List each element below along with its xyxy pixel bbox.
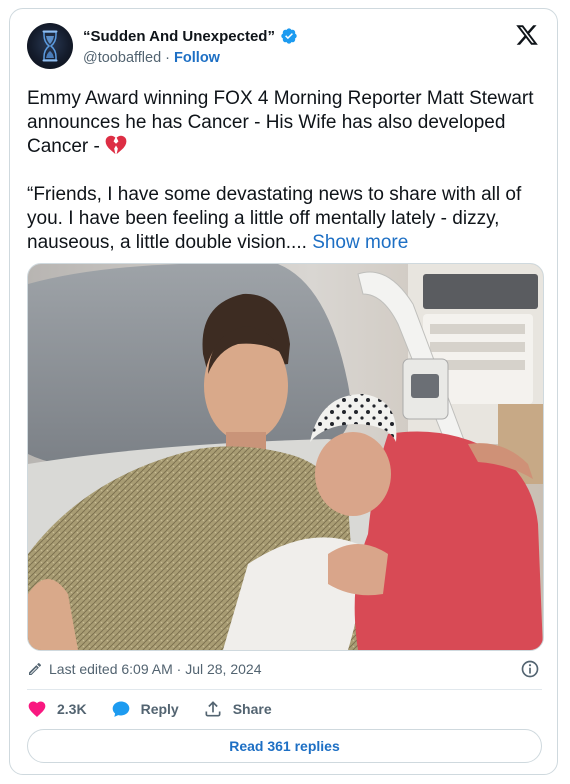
author-name-row: “Sudden And Unexpected” [83, 27, 298, 45]
like-count: 2.3K [57, 701, 87, 717]
broken-heart-icon [105, 135, 127, 155]
edited-info-row: Last edited 6:09 AM · Jul 28, 2024 [27, 659, 542, 679]
author-handle[interactable]: @toobaffled [83, 50, 161, 66]
x-logo-icon[interactable] [515, 23, 539, 47]
pencil-icon [29, 662, 42, 675]
show-more-link[interactable]: Show more [312, 232, 408, 253]
handle-separator: · [161, 50, 175, 66]
reply-button[interactable]: Reply [111, 699, 179, 719]
tweet-paragraph-2: “Friends, I have some devastating news t… [27, 183, 542, 255]
hospital-bed-photo [28, 264, 543, 650]
author-display-name[interactable]: “Sudden And Unexpected” [83, 28, 275, 45]
tweet-photo[interactable] [27, 263, 544, 651]
tweet-paragraph-1: Emmy Award winning FOX 4 Morning Reporte… [27, 87, 542, 159]
tweet-card[interactable]: “Sudden And Unexpected” @toobaffled · Fo… [9, 8, 558, 775]
reply-bubble-icon [112, 701, 129, 717]
read-replies-button[interactable]: Read 361 replies [27, 729, 542, 763]
action-bar: 2.3K Reply Share [27, 697, 296, 721]
follow-button[interactable]: Follow [174, 50, 220, 66]
share-button[interactable]: Share [203, 699, 272, 719]
tweet-text: Emmy Award winning FOX 4 Morning Reporte… [27, 87, 542, 255]
reply-label: Reply [140, 701, 179, 717]
avatar[interactable] [27, 23, 73, 69]
share-label: Share [232, 701, 272, 717]
heart-icon [28, 701, 46, 717]
edited-timestamp[interactable]: Last edited 6:09 AM · Jul 28, 2024 [49, 661, 261, 677]
author-handle-row: @toobaffled · Follow [83, 50, 220, 66]
tweet-paragraph-1-text: Emmy Award winning FOX 4 Morning Reporte… [27, 88, 534, 157]
tweet-paragraph-2-text: “Friends, I have some devastating news t… [27, 184, 522, 253]
info-icon[interactable] [520, 659, 540, 679]
divider [27, 689, 542, 690]
hourglass-icon [42, 30, 58, 62]
verified-badge-icon [281, 28, 297, 44]
share-icon [205, 701, 221, 717]
like-button[interactable]: 2.3K [27, 699, 87, 719]
